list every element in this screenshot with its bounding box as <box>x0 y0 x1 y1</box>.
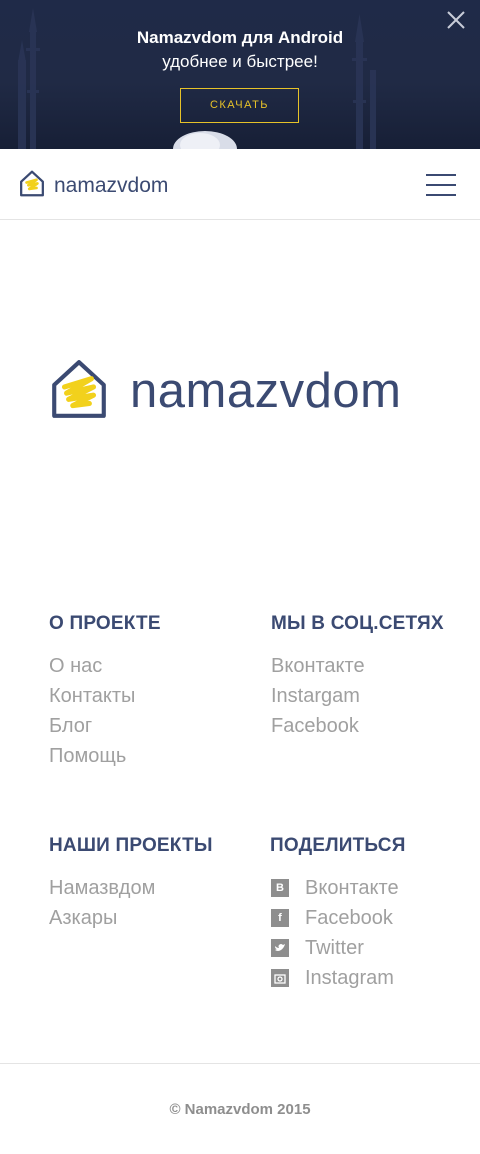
footer-link-blog[interactable]: Блог <box>49 711 161 741</box>
download-button[interactable]: СКАЧАТЬ <box>180 88 299 123</box>
instagram-icon <box>271 969 289 987</box>
share-facebook-label: Facebook <box>305 907 393 929</box>
footer-link-azkary[interactable]: Азкары <box>49 903 213 933</box>
twitter-icon <box>271 939 289 957</box>
app-download-banner: Namazvdom для Android удобнее и быстрее!… <box>0 0 480 149</box>
site-header: namazvdom <box>0 149 480 220</box>
footer-divider <box>0 1063 480 1064</box>
hero-logo: namazvdom <box>48 356 401 425</box>
header-logo-text: namazvdom <box>54 173 169 197</box>
footer-projects-title: НАШИ ПРОЕКТЫ <box>49 835 213 856</box>
footer-link-instagram[interactable]: Instargam <box>271 681 444 711</box>
copyright: © Namazvdom 2015 <box>169 1101 311 1118</box>
footer-projects-column: НАШИ ПРОЕКТЫ Намазвдом Азкары <box>49 835 213 933</box>
close-icon[interactable] <box>445 9 467 31</box>
share-twitter[interactable]: Twitter <box>270 933 406 963</box>
footer-link-facebook[interactable]: Facebook <box>271 711 444 741</box>
share-vkontakte-label: Вконтакте <box>305 877 399 899</box>
share-instagram-label: Instagram <box>305 967 394 989</box>
footer-link-namazvdom[interactable]: Намазвдом <box>49 873 213 903</box>
banner-subtitle: удобнее и быстрее! <box>162 52 318 71</box>
house-icon <box>48 356 110 425</box>
share-facebook[interactable]: f Facebook <box>270 903 406 933</box>
footer-social-title: МЫ В СОЦ.СЕТЯХ <box>271 613 444 634</box>
footer-social-column: МЫ В СОЦ.СЕТЯХ Вконтакте Instargam Faceb… <box>271 613 444 741</box>
vk-icon: B <box>271 879 289 897</box>
footer-link-vkontakte[interactable]: Вконтакте <box>271 651 444 681</box>
mosque-background-illustration <box>18 8 376 149</box>
share-vkontakte[interactable]: B Вконтакте <box>270 873 406 903</box>
footer-link-help[interactable]: Помощь <box>49 741 161 771</box>
banner-title: Namazvdom для Android <box>136 28 344 47</box>
facebook-icon: f <box>271 909 289 927</box>
footer-link-contacts[interactable]: Контакты <box>49 681 161 711</box>
footer-share-title: ПОДЕЛИТЬСЯ <box>270 835 406 856</box>
house-icon <box>18 169 46 202</box>
footer-about-title: О ПРОЕКТЕ <box>49 613 161 634</box>
share-twitter-label: Twitter <box>305 937 364 959</box>
header-logo[interactable]: namazvdom <box>18 169 168 202</box>
hero-logo-text: namazvdom <box>130 363 402 418</box>
footer-share-column: ПОДЕЛИТЬСЯ B Вконтакте f Facebook Twitte… <box>270 835 406 993</box>
footer-link-about[interactable]: О нас <box>49 651 161 681</box>
share-instagram[interactable]: Instagram <box>270 963 406 993</box>
hamburger-menu-icon[interactable] <box>426 174 456 196</box>
footer-about-column: О ПРОЕКТЕ О нас Контакты Блог Помощь <box>49 613 161 771</box>
